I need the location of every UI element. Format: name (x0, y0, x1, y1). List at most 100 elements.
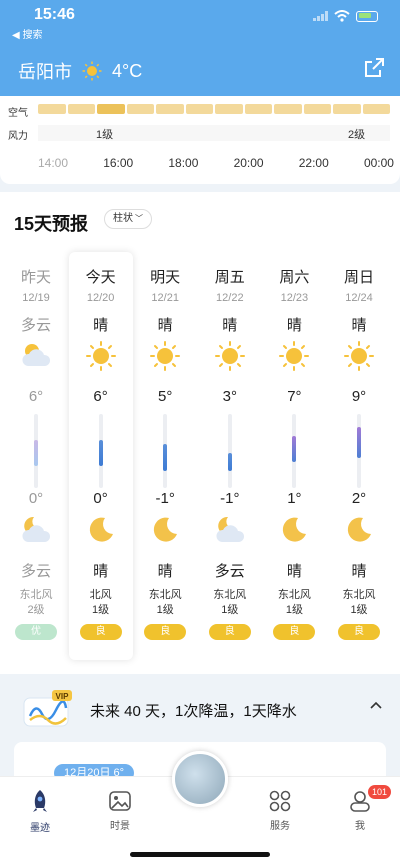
forecast-day-column[interactable]: 明天 12/21 晴 5° -1° 晴 东北风 1级 良 (133, 252, 197, 660)
sun-icon (85, 340, 117, 372)
sun-icon (82, 61, 102, 81)
wind-level: 1级 (92, 604, 110, 616)
night-condition: 晴 (157, 563, 173, 580)
temp-range-bar (98, 414, 103, 488)
night-condition: 多云 (214, 563, 245, 580)
night-condition: 多云 (20, 563, 51, 580)
temp-range-fill (292, 435, 297, 462)
tab-moji[interactable]: 墨迹 (10, 789, 70, 834)
forecast-days[interactable]: 昨天 12/19 多云 6° 0° 多云 东北风 2级 优今天 12/20 晴 … (4, 252, 396, 660)
home-indicator (130, 852, 270, 857)
aqi-badge: 良 (338, 624, 380, 640)
wind-level: 1级 (221, 604, 239, 616)
day-name: 昨天 (20, 269, 51, 286)
wind-label: 风力 (8, 131, 28, 142)
chevron-up-icon[interactable] (368, 698, 384, 714)
wind-direction: 东北风 (213, 589, 247, 601)
day-date: 12/24 (345, 292, 373, 304)
moon-icon (343, 514, 375, 546)
status-time: 15:46 (34, 6, 75, 23)
share-icon[interactable] (362, 56, 386, 80)
tab-services[interactable]: 服务 (250, 789, 310, 832)
rocket-icon (33, 790, 47, 812)
forecast-day-column[interactable]: 周六 12/23 晴 7° 1° 晴 东北风 1级 良 (262, 252, 326, 660)
hourly-times: 14:00 16:00 18:00 20:00 22:00 00:00 (38, 156, 400, 170)
back-to-search-link[interactable]: ◀ 搜索 (12, 26, 42, 41)
tab-scenes[interactable]: 时景 (90, 789, 150, 832)
high-temp: 7° (287, 388, 302, 405)
temp-range-bar (163, 414, 168, 488)
cloudy-moon-icon (214, 514, 246, 546)
day-date: 12/20 (86, 292, 115, 304)
aqi-badge: 良 (79, 624, 122, 640)
high-temp: 5° (158, 388, 173, 405)
hour-label: 18:00 (168, 156, 199, 170)
cloudy-moon-icon (20, 514, 52, 546)
night-condition: 晴 (286, 563, 302, 580)
day-condition: 晴 (222, 317, 238, 334)
day-name: 明天 (150, 269, 181, 286)
forecast-title: 15天预报 (14, 214, 89, 234)
sun-icon (278, 340, 310, 372)
battery-icon (356, 10, 378, 22)
air-label: 空气 (8, 108, 28, 119)
tab-me[interactable]: 我 101 (330, 785, 392, 832)
tab-label: 墨迹 (30, 823, 50, 834)
temp-range-bar (357, 414, 361, 488)
aqi-badge: 优 (15, 624, 57, 640)
wind-direction: 东北风 (277, 589, 311, 601)
city-name: 岳阳市 (18, 62, 72, 82)
grid-icon (269, 790, 291, 812)
day-condition: 晴 (351, 317, 367, 334)
forty-day-trend-icon: VIP (23, 690, 72, 727)
wind-direction: 北风 (89, 589, 112, 601)
high-temp: 3° (222, 388, 237, 405)
view-mode-chip[interactable]: 柱状 ﹀ (104, 209, 152, 229)
wind-level-later: 2级 (348, 129, 366, 141)
day-condition: 多云 (20, 317, 51, 334)
tab-label: 时景 (110, 821, 130, 832)
forty-day-banner[interactable]: VIP 未来 40 天，1次降温，1天降水 (0, 684, 400, 736)
forecast-day-column[interactable]: 昨天 12/19 多云 6° 0° 多云 东北风 2级 优 (4, 252, 68, 660)
current-temp: 4°C (112, 60, 143, 81)
temp-range-fill (227, 453, 232, 471)
wind-direction: 东北风 (342, 589, 376, 601)
forecast-card: 15天预报 柱状 ﹀ 昨天 12/19 多云 6° 0° 多云 东北风 2级 优今… (0, 192, 400, 674)
chevron-down-icon: ﹀ (135, 214, 143, 223)
temp-range-fill (34, 440, 38, 467)
temp-range-bar (227, 414, 232, 488)
hour-label: 20:00 (233, 156, 264, 170)
sun-icon (214, 340, 246, 372)
high-temp: 6° (28, 388, 44, 405)
hour-label: 14:00 (38, 156, 69, 170)
low-temp: 2° (351, 490, 367, 507)
vip-badge: VIP (56, 692, 70, 701)
cellular-signal-icon (313, 11, 328, 21)
day-condition: 晴 (286, 317, 302, 334)
center-feature-button[interactable] (172, 751, 228, 807)
view-mode-label: 柱状 (113, 213, 133, 224)
bottom-tab-bar: 墨迹 时景 服务 我 101 (0, 751, 400, 865)
temp-range-fill (163, 444, 168, 471)
day-name: 今天 (85, 269, 116, 286)
forecast-day-column[interactable]: 周日 12/24 晴 9° 2° 晴 东北风 1级 良 (327, 252, 391, 660)
wind-level: 2级 (27, 604, 45, 616)
forty-day-summary: 未来 40 天，1次降温，1天降水 (90, 703, 297, 720)
day-name: 周五 (214, 269, 245, 286)
forecast-day-column[interactable]: 周五 12/22 晴 3° -1° 多云 东北风 1级 良 (198, 252, 262, 660)
aqi-badge: 良 (144, 624, 187, 640)
aqi-badge: 良 (273, 624, 316, 640)
sun-icon (343, 340, 375, 372)
temp-range-fill (98, 440, 103, 467)
low-temp: 0° (28, 490, 44, 507)
day-date: 12/21 (151, 292, 179, 304)
image-icon (109, 791, 131, 811)
hour-label: 00:00 (363, 156, 394, 170)
forecast-day-column[interactable]: 今天 12/20 晴 6° 0° 晴 北风 1级 良 (68, 252, 133, 660)
hourly-card: 空气 风力 1级 2级 14:00 16:00 18:00 20:00 22:0… (0, 96, 400, 184)
high-temp: 9° (351, 388, 367, 405)
day-date: 12/22 (216, 292, 244, 304)
night-condition: 晴 (351, 563, 367, 580)
wind-level: 1级 (350, 604, 368, 616)
city-row[interactable]: 岳阳市 4°C (18, 58, 142, 84)
